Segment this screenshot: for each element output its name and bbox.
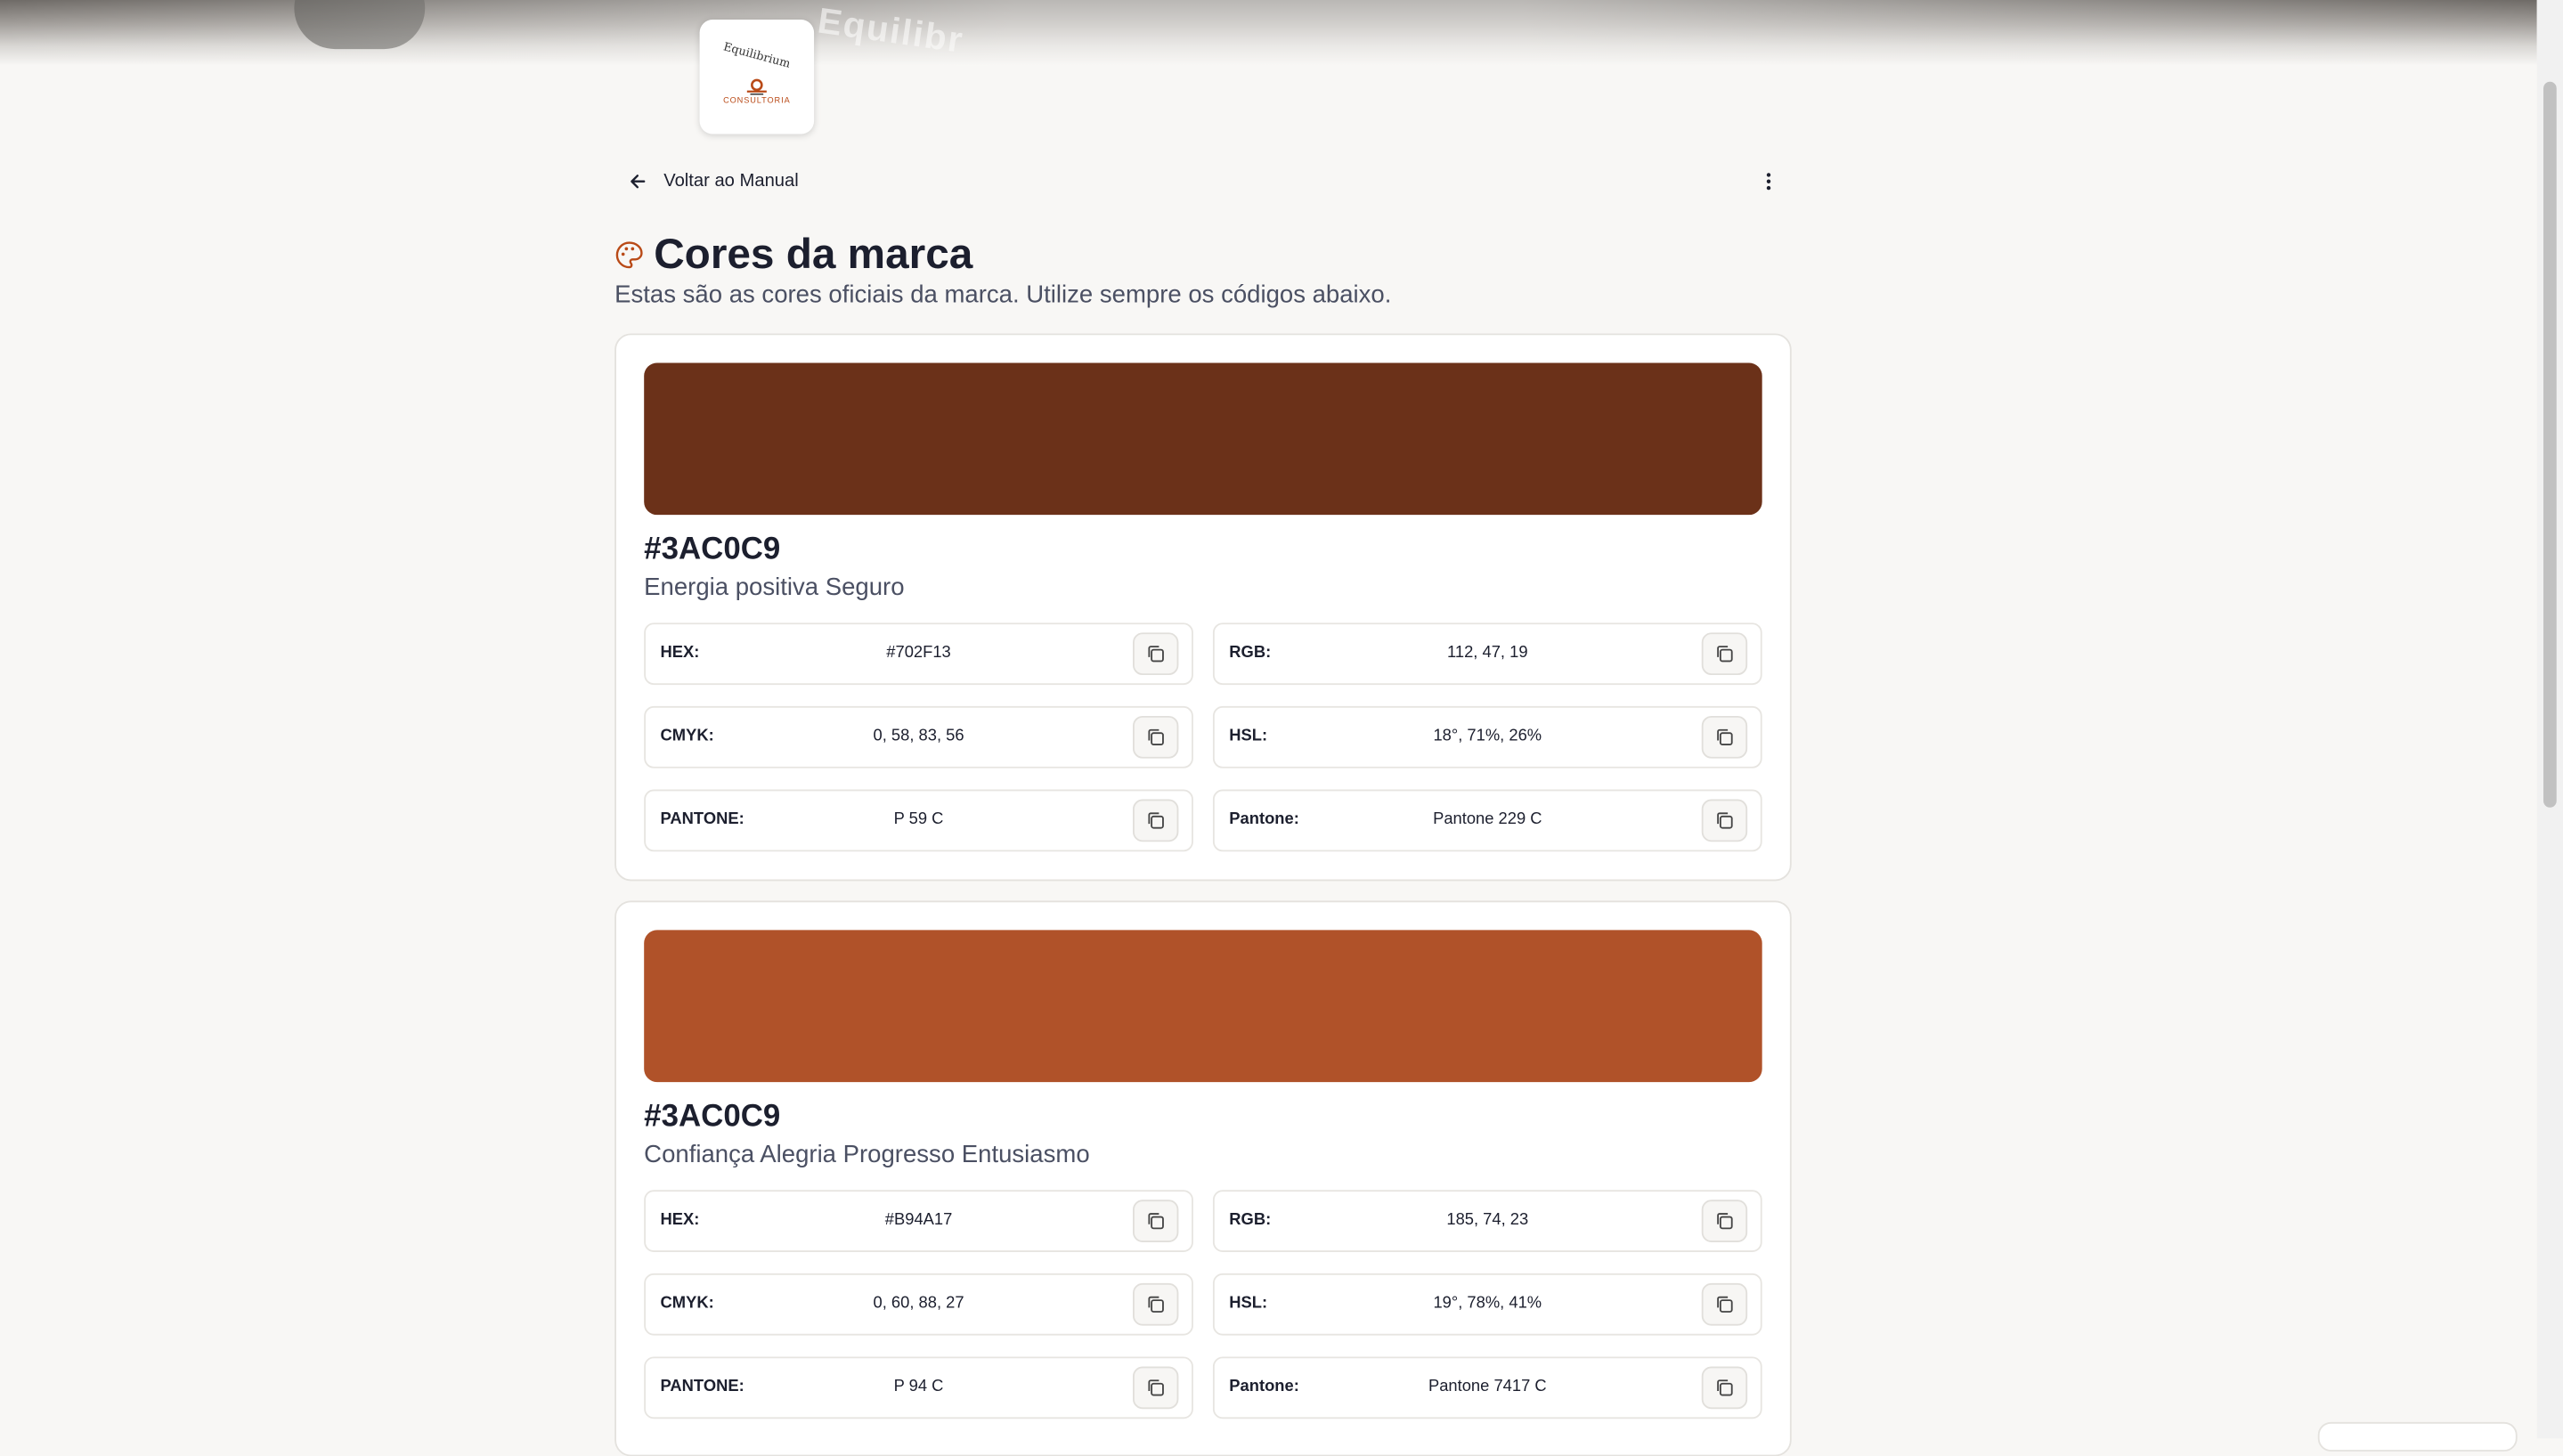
hsl-label: HSL: [1229, 1294, 1268, 1313]
hex-label: HEX: [660, 1211, 700, 1230]
hsl-value: 19°, 78%, 41% [1433, 1294, 1542, 1313]
pantone-name-field: Pantone: Pantone 229 C [1212, 789, 1762, 852]
pantone-code-label: PANTONE: [660, 1378, 744, 1396]
pantone-code-field: PANTONE: P 59 C [644, 789, 1193, 852]
copy-rgb-button[interactable] [1701, 1200, 1748, 1242]
copy-rgb-button[interactable] [1701, 632, 1748, 676]
color-swatch [644, 930, 1762, 1083]
page-title: Cores da marca [654, 228, 973, 279]
copy-icon [1717, 728, 1733, 745]
rgb-value: 185, 74, 23 [1446, 1211, 1529, 1230]
more-options-icon[interactable] [1755, 167, 1781, 196]
copy-pantone-code-button[interactable] [1133, 799, 1179, 842]
copy-icon [1717, 1379, 1733, 1396]
hex-label: HEX: [660, 644, 700, 663]
copy-hex-button[interactable] [1133, 632, 1179, 676]
hex-field: HEX: #B94A17 [644, 1190, 1193, 1252]
arrow-left-icon [631, 175, 646, 189]
page-heading: Cores da marca [614, 229, 972, 280]
copy-icon [1148, 728, 1164, 745]
banner-watermark: Equilibr [815, 0, 967, 61]
pantone-code-label: PANTONE: [660, 810, 744, 829]
copy-pantone-code-button[interactable] [1133, 1366, 1179, 1410]
page-scrollbar[interactable] [2536, 0, 2563, 1439]
color-card: #3AC0C9 Energia positiva Seguro HEX: #70… [614, 333, 1792, 882]
cmyk-value: 0, 58, 83, 56 [873, 727, 964, 745]
copy-cmyk-button[interactable] [1133, 715, 1179, 759]
logo-wordmark: Equilibrium [721, 40, 792, 71]
cmyk-field: CMYK: 0, 58, 83, 56 [644, 705, 1193, 769]
page: Equilibr Equilibrium CONSULTORIA Voltar … [0, 0, 2563, 1456]
cmyk-label: CMYK: [660, 727, 714, 745]
rgb-label: RGB: [1229, 1211, 1272, 1230]
pantone-name-value: Pantone 7417 C [1428, 1378, 1547, 1396]
pantone-name-value: Pantone 229 C [1433, 810, 1542, 829]
rgb-field: RGB: 185, 74, 23 [1212, 1190, 1762, 1252]
color-name: #3AC0C9 [644, 1100, 781, 1135]
copy-pantone-name-button[interactable] [1701, 1366, 1748, 1410]
logo-tagline: CONSULTORIA [723, 96, 791, 107]
palette-icon [615, 240, 643, 268]
back-link-label: Voltar ao Manual [663, 171, 799, 191]
pantone-name-field: Pantone: Pantone 7417 C [1212, 1356, 1762, 1419]
color-name: #3AC0C9 [644, 533, 781, 567]
brand-logo: Equilibrium CONSULTORIA [699, 20, 815, 134]
rgb-value: 112, 47, 19 [1447, 644, 1528, 663]
color-card: #3AC0C9 Confiança Alegria Progresso Entu… [614, 900, 1792, 1456]
color-description: Energia positiva Seguro [644, 573, 905, 602]
cmyk-value: 0, 60, 88, 27 [873, 1294, 964, 1313]
pantone-code-field: PANTONE: P 94 C [644, 1356, 1193, 1419]
pantone-name-label: Pantone: [1229, 810, 1299, 829]
copy-hsl-button[interactable] [1701, 715, 1748, 759]
hsl-field: HSL: 18°, 71%, 26% [1212, 705, 1762, 769]
logo-symbol-icon [746, 78, 767, 95]
copy-icon [1148, 1296, 1164, 1313]
cmyk-label: CMYK: [660, 1294, 714, 1313]
pantone-code-value: P 94 C [893, 1378, 944, 1396]
color-description: Confiança Alegria Progresso Entusiasmo [644, 1141, 1090, 1169]
copy-pantone-name-button[interactable] [1701, 799, 1748, 842]
hex-field: HEX: #702F13 [644, 622, 1193, 686]
hsl-value: 18°, 71%, 26% [1433, 727, 1542, 745]
pantone-name-label: Pantone: [1229, 1378, 1299, 1396]
hex-value: #B94A17 [884, 1211, 953, 1230]
cmyk-field: CMYK: 0, 60, 88, 27 [644, 1273, 1193, 1336]
copy-hex-button[interactable] [1133, 1200, 1179, 1242]
hsl-label: HSL: [1229, 727, 1268, 745]
page-subtitle: Estas são as cores oficiais da marca. Ut… [614, 281, 1392, 309]
cover-banner: Equilibr [0, 0, 2537, 66]
made-with-badge[interactable] [2317, 1421, 2518, 1452]
pantone-code-value: P 59 C [893, 810, 944, 829]
copy-icon [1717, 1296, 1733, 1313]
back-to-manual-link[interactable]: Voltar ao Manual [628, 167, 799, 196]
rgb-label: RGB: [1229, 644, 1272, 663]
copy-icon [1717, 646, 1733, 663]
copy-icon [1148, 812, 1164, 829]
copy-icon [1717, 812, 1733, 829]
copy-icon [1148, 1379, 1164, 1396]
copy-icon [1717, 1213, 1733, 1230]
top-bar: Voltar ao Manual [614, 160, 1792, 203]
hex-value: #702F13 [886, 644, 951, 663]
copy-icon [1148, 646, 1164, 663]
color-swatch [644, 362, 1762, 516]
scrollbar-thumb[interactable] [2543, 81, 2557, 808]
rgb-field: RGB: 112, 47, 19 [1212, 622, 1762, 686]
hsl-field: HSL: 19°, 78%, 41% [1212, 1273, 1762, 1336]
copy-hsl-button[interactable] [1701, 1282, 1748, 1326]
copy-icon [1148, 1213, 1164, 1230]
copy-cmyk-button[interactable] [1133, 1282, 1179, 1326]
